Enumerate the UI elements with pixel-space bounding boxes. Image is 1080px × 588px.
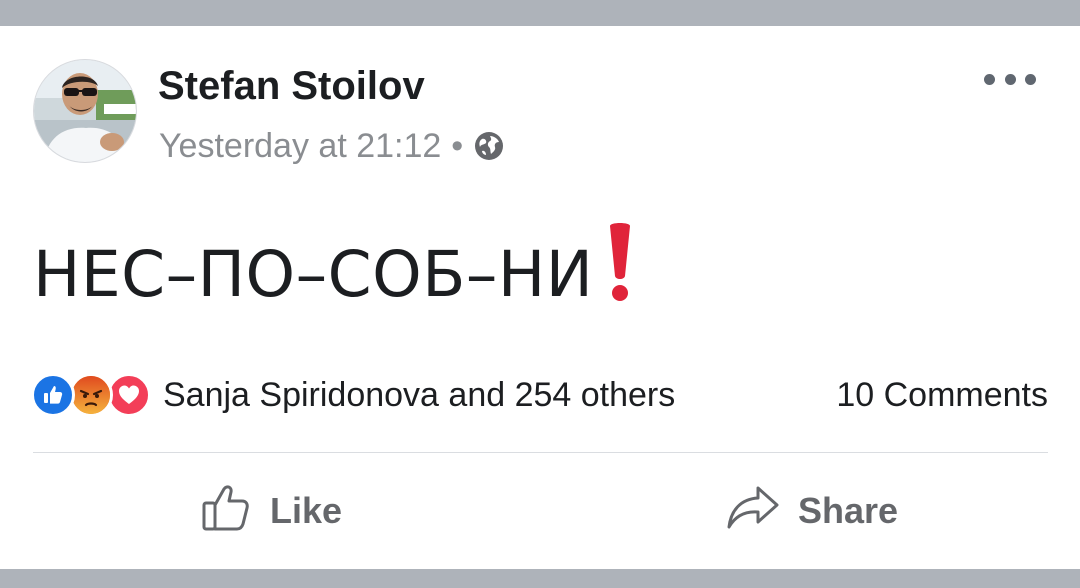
comments-count-link[interactable]: 10 Comments	[836, 370, 1048, 420]
like-button[interactable]: Like	[200, 478, 342, 544]
actions-divider	[33, 452, 1048, 453]
reactions-summary[interactable]: Sanja Spiridonova and 254 others	[31, 370, 675, 420]
thumbs-up-icon	[200, 481, 252, 542]
author-name[interactable]: Stefan Stoilov	[158, 62, 425, 110]
share-label: Share	[798, 490, 899, 531]
author-avatar[interactable]	[33, 59, 137, 163]
facebook-post-card: Stefan Stoilov Yesterday at 21:12 • НЕС–…	[0, 0, 1080, 588]
globe-icon[interactable]	[473, 130, 505, 162]
angry-reaction-icon	[69, 373, 113, 417]
more-dot	[1025, 73, 1036, 85]
like-reaction-icon	[31, 373, 75, 417]
avatar-photo	[34, 60, 136, 162]
more-dot	[984, 73, 995, 85]
reactions-text: Sanja Spiridonova and 254 others	[163, 375, 676, 414]
red-exclamation-icon	[607, 220, 633, 326]
more-options-button[interactable]	[984, 64, 1036, 94]
more-dot	[1004, 73, 1016, 85]
share-button[interactable]: Share	[726, 478, 898, 544]
share-arrow-icon	[726, 482, 780, 541]
post-text: НЕС–ПО–СОБ–НИ	[33, 238, 594, 311]
love-reaction-icon	[107, 373, 151, 417]
like-label: Like	[270, 490, 343, 531]
post-meta: Yesterday at 21:12 •	[159, 124, 505, 168]
feed-separator-top	[0, 0, 1080, 26]
feed-separator-bottom	[0, 569, 1080, 588]
post-body: НЕС–ПО–СОБ–НИ	[33, 220, 633, 326]
post-timestamp[interactable]: Yesterday at 21:12	[159, 127, 441, 166]
meta-separator: •	[451, 126, 464, 165]
